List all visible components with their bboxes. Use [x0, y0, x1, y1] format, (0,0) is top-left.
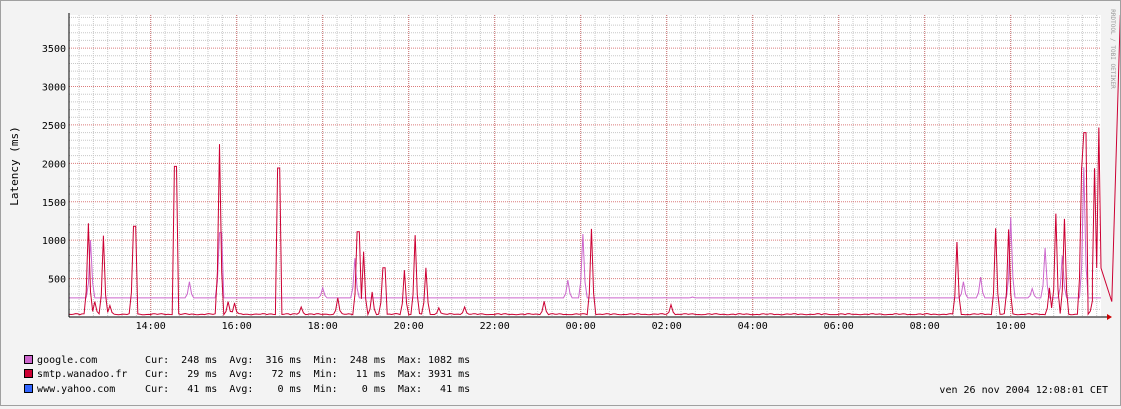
x-tick-label: 02:00 [652, 321, 682, 332]
x-tick-label: 16:00 [222, 321, 252, 332]
legend-stats-yahoo: Cur: 41 ms Avg: 0 ms Min: 0 ms Max: 41 m… [145, 384, 471, 395]
legend-item-google: google.com Cur: 248 ms Avg: 316 ms Min: 2… [12, 340, 470, 366]
legend-swatch-yahoo [24, 384, 34, 393]
x-tick-label: 18:00 [308, 321, 338, 332]
x-tick-label: 00:00 [566, 321, 596, 332]
y-tick-label: 2000 [42, 159, 66, 170]
y-tick-label: 3000 [42, 83, 66, 94]
x-tick-label: 04:00 [738, 321, 768, 332]
legend-item-wanadoo: smtp.wanadoo.fr Cur: 29 ms Avg: 72 ms Min… [12, 354, 470, 380]
y-tick-label: 2500 [42, 121, 66, 132]
x-tick-label: 14:00 [136, 321, 166, 332]
x-tick-label: 22:00 [480, 321, 510, 332]
x-tick-label: 10:00 [996, 321, 1026, 332]
rrdtool-watermark: RRDTOOL / TOBI OETIKER [1109, 9, 1116, 89]
y-tick-label: 500 [48, 275, 66, 286]
x-tick-label: 20:00 [394, 321, 424, 332]
legend-item-yahoo: www.yahoo.com Cur: 41 ms Avg: 0 ms Min: 0… [12, 369, 470, 395]
x-tick-label: 08:00 [910, 321, 940, 332]
y-tick-label: 1500 [42, 198, 66, 209]
legend-name-yahoo: www.yahoo.com [37, 384, 116, 395]
y-tick-label: 1000 [42, 236, 66, 247]
x-tick-label: 06:00 [824, 321, 854, 332]
x-axis-arrow [1107, 314, 1112, 320]
graph-timestamp: ven 26 nov 2004 12:08:01 CET [939, 385, 1108, 396]
y-axis-label: Latency (ms) [8, 126, 21, 205]
y-tick-label: 3500 [42, 44, 66, 55]
